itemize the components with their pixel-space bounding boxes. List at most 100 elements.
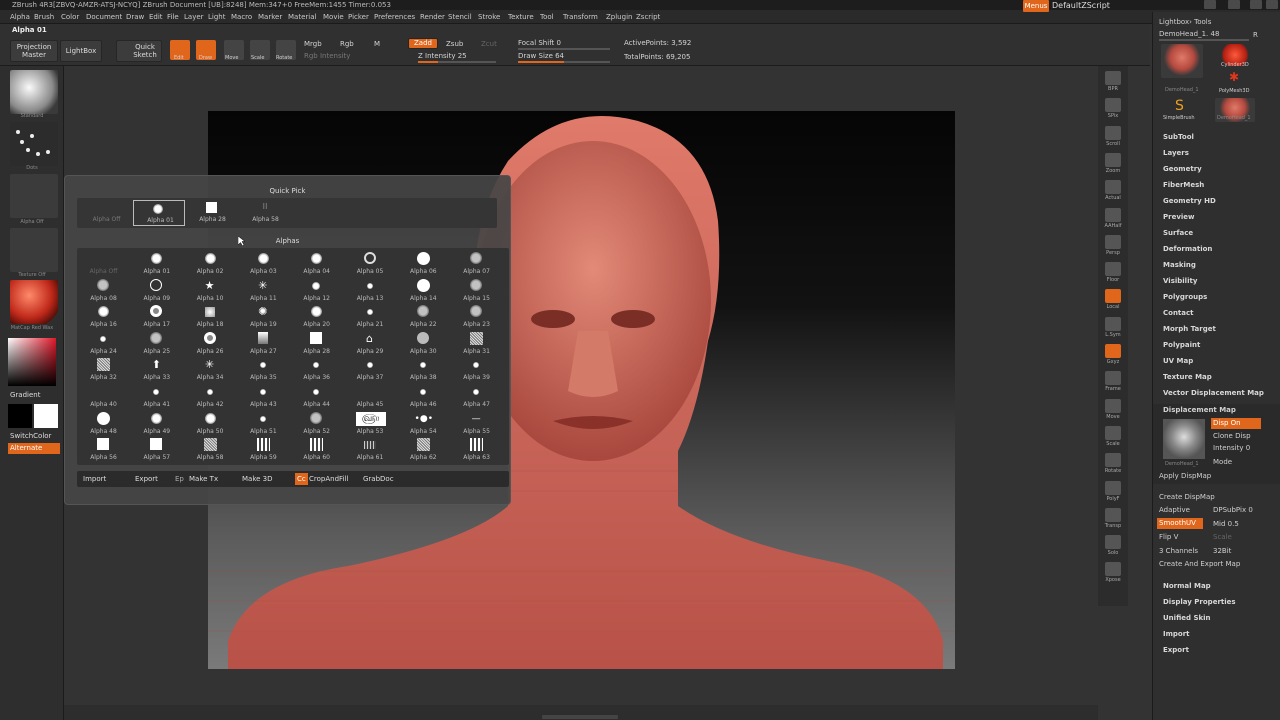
- alpha-cell[interactable]: Alpha 46: [397, 385, 450, 411]
- section-vector-displacement-map[interactable]: Vector Displacement Map: [1163, 389, 1264, 397]
- draw-size-slider[interactable]: Draw Size 64: [518, 52, 564, 60]
- alpha-cell[interactable]: Alpha 31: [450, 331, 503, 358]
- alpha-cell[interactable]: Alpha 52: [290, 411, 343, 438]
- alpha-cell[interactable]: Alpha 63: [450, 438, 503, 464]
- focal-shift-track[interactable]: [518, 48, 610, 50]
- alpha-cell[interactable]: Alpha 37: [344, 358, 397, 384]
- crop-and-fill-button[interactable]: CropAndFill: [309, 473, 348, 485]
- mrgb-toggle[interactable]: Mrgb: [304, 40, 322, 48]
- alpha-cell[interactable]: Alpha 14: [397, 278, 450, 305]
- view-button-spix[interactable]: SPix: [1101, 97, 1125, 121]
- dpsubpix-slider[interactable]: DPSubPix 0: [1213, 506, 1253, 514]
- section-masking[interactable]: Masking: [1163, 261, 1196, 269]
- alpha-cell[interactable]: Alpha 39: [450, 358, 503, 384]
- alpha-cell[interactable]: Alpha 12: [290, 279, 343, 305]
- quick-pick-alpha-01[interactable]: Alpha 01: [133, 200, 185, 226]
- secondary-color-swatch[interactable]: [34, 404, 58, 428]
- view-button-gxyz[interactable]: Gxyz: [1101, 343, 1125, 367]
- grab-doc-button[interactable]: GrabDoc: [363, 473, 394, 485]
- alpha-cell[interactable]: Alpha 13: [344, 279, 397, 305]
- alpha-cell[interactable]: Alpha 18: [184, 305, 237, 331]
- make-3d-button[interactable]: Make 3D: [242, 473, 273, 485]
- section-display-properties[interactable]: Display Properties: [1163, 598, 1236, 606]
- menu-stroke[interactable]: Stroke: [478, 10, 500, 24]
- lightbox-button[interactable]: LightBox: [60, 40, 102, 62]
- section-deformation[interactable]: Deformation: [1163, 245, 1212, 253]
- bottom-handle[interactable]: [542, 715, 618, 719]
- gradient-label[interactable]: Gradient: [10, 391, 40, 399]
- section-surface[interactable]: Surface: [1163, 229, 1193, 237]
- alpha-cell[interactable]: Alpha 06: [397, 252, 450, 278]
- alpha-cell[interactable]: Alpha 43: [237, 385, 290, 411]
- menu-alpha[interactable]: Alpha: [10, 10, 30, 24]
- adaptive-toggle[interactable]: Adaptive: [1159, 506, 1190, 514]
- view-button-solo[interactable]: Solo: [1101, 534, 1125, 558]
- dots-stroke-icon[interactable]: [10, 122, 58, 166]
- alpha-cell[interactable]: Alpha 28: [290, 331, 343, 358]
- alpha-cell[interactable]: Alpha 56: [77, 438, 130, 464]
- menu-stencil[interactable]: Stencil: [448, 10, 472, 24]
- view-button-move[interactable]: Move: [1101, 398, 1125, 422]
- alpha-cell[interactable]: Alpha 09: [130, 278, 183, 305]
- view-button-xpose[interactable]: Xpose: [1101, 561, 1125, 585]
- view-button-aahalf[interactable]: AAHalf: [1101, 207, 1125, 231]
- cc-toggle[interactable]: Cc: [295, 473, 308, 485]
- alpha-cell[interactable]: — Alpha 55: [450, 412, 503, 438]
- reset-r-button[interactable]: R: [1253, 31, 1258, 39]
- alpha-cell[interactable]: Alpha 04: [290, 252, 343, 278]
- close-icon[interactable]: [1250, 0, 1262, 9]
- section-export[interactable]: Export: [1163, 646, 1189, 654]
- alternate-button[interactable]: Alternate: [8, 443, 60, 454]
- menu-picker[interactable]: Picker: [348, 10, 369, 24]
- alpha-cell[interactable]: Alpha 20: [290, 305, 343, 331]
- section-import[interactable]: Import: [1163, 630, 1190, 638]
- alpha-cell[interactable]: Alpha 16: [77, 305, 130, 331]
- section-morph-target[interactable]: Morph Target: [1163, 325, 1216, 333]
- focal-shift-slider[interactable]: Focal Shift 0: [518, 39, 561, 47]
- menu-document[interactable]: Document: [86, 10, 122, 24]
- alpha-cell[interactable]: Alpha Off: [77, 252, 130, 278]
- alpha-cell[interactable]: Alpha 36: [290, 358, 343, 384]
- view-button-polyf[interactable]: PolyF: [1101, 480, 1125, 504]
- alpha-cell[interactable]: ✳ Alpha 11: [237, 279, 290, 305]
- m-toggle[interactable]: M: [374, 40, 380, 48]
- view-button-persp[interactable]: Persp: [1101, 234, 1125, 258]
- alpha-cell[interactable]: Alpha 23: [450, 305, 503, 331]
- section-contact[interactable]: Contact: [1163, 309, 1194, 317]
- alpha-cell[interactable]: ★ Alpha 10: [184, 279, 237, 305]
- menu-render[interactable]: Render: [420, 10, 445, 24]
- view-button-rotate[interactable]: Rotate: [1101, 452, 1125, 476]
- alpha-cell[interactable]: Alpha 01: [130, 252, 183, 278]
- view-button-transp[interactable]: Transp: [1101, 507, 1125, 531]
- rgb-intensity-slider[interactable]: Rgb Intensity: [304, 52, 350, 60]
- alpha-cell[interactable]: ⌂ Alpha 29: [344, 332, 397, 358]
- settings-icon[interactable]: [1266, 0, 1278, 9]
- quick-pick-alpha-58[interactable]: ⁝⁝ Alpha 58: [239, 200, 292, 226]
- menu-edit[interactable]: Edit: [149, 10, 163, 24]
- simplebrush-icon[interactable]: S: [1175, 98, 1184, 114]
- disp-on-button[interactable]: Disp On: [1211, 418, 1261, 429]
- rgb-toggle[interactable]: Rgb: [340, 40, 354, 48]
- alpha-cell[interactable]: Alpha 38: [397, 358, 450, 384]
- zcut-toggle[interactable]: Zcut: [481, 40, 497, 48]
- alpha-cell[interactable]: ✺ Alpha 19: [237, 305, 290, 331]
- minimize-icon[interactable]: [1204, 0, 1216, 9]
- alpha-cell[interactable]: Alpha 25: [130, 331, 183, 358]
- flip-v-toggle[interactable]: Flip V: [1159, 533, 1178, 541]
- alpha-cell[interactable]: Alpha 32: [77, 358, 130, 384]
- alpha-cell[interactable]: Alpha 47: [450, 385, 503, 411]
- alpha-cell[interactable]: Alpha 02: [184, 252, 237, 278]
- mode-button[interactable]: Mode: [1213, 458, 1232, 466]
- alpha-cell[interactable]: Alpha 58: [184, 438, 237, 464]
- view-button-scroll[interactable]: Scroll: [1101, 125, 1125, 149]
- section-fibermesh[interactable]: FiberMesh: [1163, 181, 1204, 189]
- menu-preferences[interactable]: Preferences: [374, 10, 415, 24]
- zsub-toggle[interactable]: Zsub: [446, 40, 463, 48]
- alpha-cell[interactable]: Alpha 62: [397, 438, 450, 464]
- import-button[interactable]: Import: [83, 473, 106, 485]
- alpha-cell[interactable]: Alpha 57: [130, 438, 183, 464]
- maximize-icon[interactable]: [1228, 0, 1240, 9]
- export-button[interactable]: Export: [135, 473, 158, 485]
- mid-slider[interactable]: Mid 0.5: [1213, 520, 1239, 528]
- alpha-cell[interactable]: •●• Alpha 54: [397, 412, 450, 438]
